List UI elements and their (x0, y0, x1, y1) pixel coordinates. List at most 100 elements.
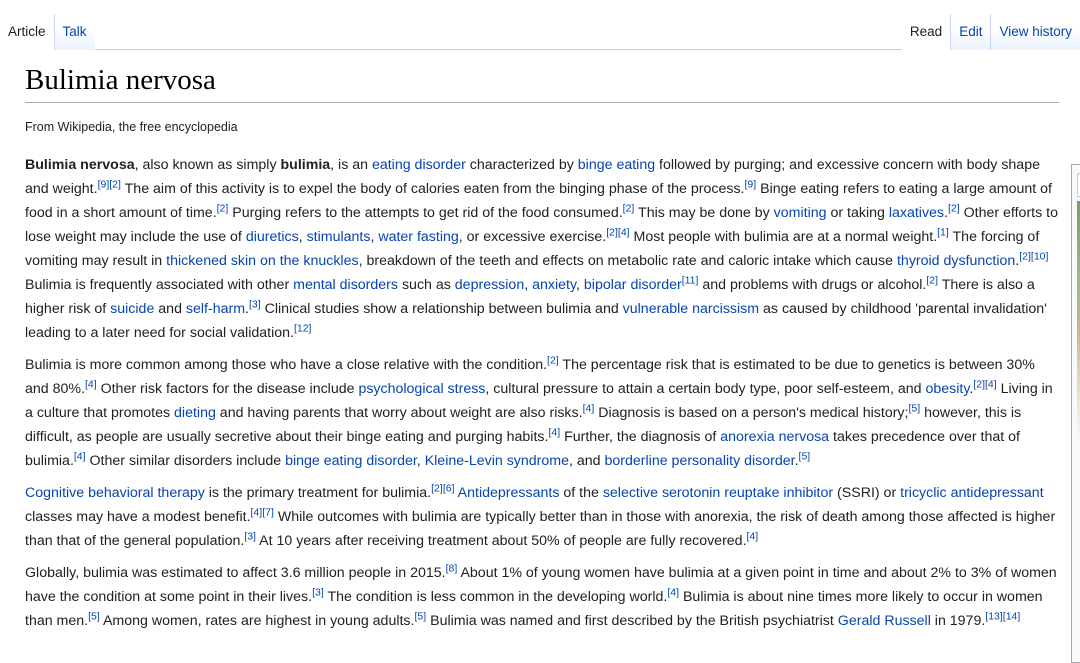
citation-link[interactable]: [14] (1003, 610, 1021, 622)
citation-link[interactable]: [9] (745, 178, 757, 190)
wiki-link[interactable]: eating disorder (372, 157, 466, 173)
wiki-link[interactable]: thickened skin on the knuckles (166, 253, 358, 269)
text-run: , cultural pressure to attain a certain … (485, 380, 926, 397)
tab-edit[interactable]: Edit (950, 14, 991, 50)
wiki-link[interactable]: borderline personality disorder (605, 453, 795, 469)
citation-link[interactable]: [2] (1019, 250, 1031, 262)
wiki-link[interactable]: dieting (174, 405, 216, 421)
wiki-link[interactable]: thyroid dysfunction (897, 253, 1015, 269)
citation-ref: [4] (74, 450, 86, 462)
citation-link[interactable]: [2] (606, 226, 618, 238)
wiki-link[interactable]: vulnerable narcissism (623, 301, 759, 317)
citation-link[interactable]: [6] (443, 482, 455, 494)
wiki-link[interactable]: anorexia nervosa (720, 429, 829, 445)
citation-ref: [3] (312, 586, 324, 598)
citation-link[interactable]: [4] (667, 586, 679, 598)
text-run: is the primary treatment for bulimia. (204, 484, 432, 501)
text-run: in 1979. (930, 612, 986, 629)
citation-link[interactable]: [4] (251, 506, 263, 518)
citation-link[interactable]: [7] (262, 506, 274, 518)
tab-view-history[interactable]: View history (990, 14, 1080, 50)
citation-link[interactable]: [5] (799, 450, 811, 462)
citation-link[interactable]: [4] (74, 450, 86, 462)
citation-link[interactable]: [12] (294, 322, 312, 334)
citation-ref: [4] (985, 378, 997, 390)
citation-ref: [4] (583, 402, 595, 414)
wiki-link[interactable]: selective serotonin reuptake inhibitor (603, 485, 833, 501)
citation-link[interactable]: [3] (249, 298, 261, 310)
wiki-link[interactable]: stimulants (307, 229, 371, 245)
citation-link[interactable]: [2] (431, 482, 443, 494)
citation-link[interactable]: [3] (312, 586, 324, 598)
tab-talk[interactable]: Talk (53, 14, 95, 50)
wiki-link[interactable]: depression (455, 277, 524, 293)
wiki-link[interactable]: laxatives (889, 205, 944, 221)
citation-link[interactable]: [5] (414, 610, 426, 622)
wiki-link[interactable]: diuretics (246, 229, 299, 245)
text-run: Other risk factors for the disease inclu… (96, 380, 359, 397)
text-run: , (576, 276, 584, 293)
citation-link[interactable]: [11] (682, 274, 699, 286)
text-run: This may be done by (634, 204, 774, 221)
wiki-link[interactable]: binge eating (578, 157, 655, 173)
wiki-link[interactable]: vomiting (774, 205, 827, 221)
text-run: and problems with drugs or alcohol. (698, 276, 927, 293)
citation-link[interactable]: [5] (88, 610, 100, 622)
tab-read[interactable]: Read (901, 14, 951, 50)
citation-link[interactable]: [4] (85, 378, 97, 390)
citation-ref: [5] (799, 450, 811, 462)
citation-ref: [7] (262, 506, 274, 518)
citation-ref: [4] (747, 530, 759, 542)
site-tagline: From Wikipedia, the free encyclopedia (25, 120, 238, 135)
wiki-link[interactable]: binge eating disorder (285, 453, 417, 469)
text-run: Bulimia is more common among those who h… (25, 356, 548, 373)
text-run: Most people with bulimia are at a normal… (629, 228, 938, 245)
wiki-link[interactable]: tricyclic antidepressant (900, 485, 1044, 501)
citation-link[interactable]: [1] (937, 226, 949, 238)
text-run: such as (398, 276, 455, 293)
wiki-link[interactable]: obesity (925, 381, 969, 397)
page-title: Bulimia nervosa (25, 62, 1059, 104)
wiki-link[interactable]: Antidepressants (458, 485, 560, 501)
citation-link[interactable]: [4] (618, 226, 630, 238)
tab-article[interactable]: Article (0, 14, 54, 50)
wiki-link[interactable]: self-harm (186, 301, 245, 317)
citation-link[interactable]: [2] (623, 202, 635, 214)
wiki-link[interactable]: Cognitive behavioral therapy (25, 485, 205, 501)
citation-link[interactable]: [4] (548, 426, 560, 438)
wiki-link[interactable]: bipolar disorder (584, 277, 682, 293)
citation-link[interactable]: [9] (98, 178, 110, 190)
citation-link[interactable]: [10] (1031, 250, 1049, 262)
wiki-link[interactable]: suicide (110, 301, 154, 317)
citation-link[interactable]: [4] (747, 530, 759, 542)
wiki-link[interactable]: water fasting (378, 229, 458, 245)
wiki-link[interactable]: anxiety (532, 277, 576, 293)
wiki-link[interactable]: Gerald Russell (838, 613, 931, 629)
wiki-link[interactable]: Kleine-Levin syndrome (425, 453, 569, 469)
citation-link[interactable]: [4] (583, 402, 595, 414)
citation-ref: [2] (623, 202, 635, 214)
citation-link[interactable]: [4] (985, 378, 997, 390)
article-body: Bulimia nervosa, also known as simply bu… (25, 153, 1059, 633)
citation-link[interactable]: [2] (109, 178, 121, 190)
citation-link[interactable]: [13] (985, 610, 1003, 622)
citation-ref: [2] (1019, 250, 1031, 262)
citation-link[interactable]: [2] (547, 354, 559, 366)
citation-link[interactable]: [2] (926, 274, 938, 286)
citation-link[interactable]: [5] (908, 402, 920, 414)
citation-link[interactable]: [8] (446, 562, 458, 574)
citation-link[interactable]: [2] (948, 202, 960, 214)
text-run: Clinical studies show a relationship bet… (260, 300, 623, 317)
citation-ref: [4] (251, 506, 263, 518)
citation-ref: [5] (908, 402, 920, 414)
wiki-link[interactable]: mental disorders (293, 277, 398, 293)
text-run: Among women, rates are highest in young … (99, 612, 415, 629)
wiki-link[interactable]: psychological stress (358, 381, 485, 397)
citation-link[interactable]: [2] (217, 202, 229, 214)
citation-link[interactable]: [2] (973, 378, 985, 390)
text-run: The aim of this activity is to expel the… (120, 180, 745, 197)
bold-term: bulimia (280, 156, 331, 173)
citation-link[interactable]: [3] (244, 530, 256, 542)
text-run: (SSRI) or (833, 484, 901, 501)
text-run: Bulimia was named and first described by… (426, 612, 838, 629)
